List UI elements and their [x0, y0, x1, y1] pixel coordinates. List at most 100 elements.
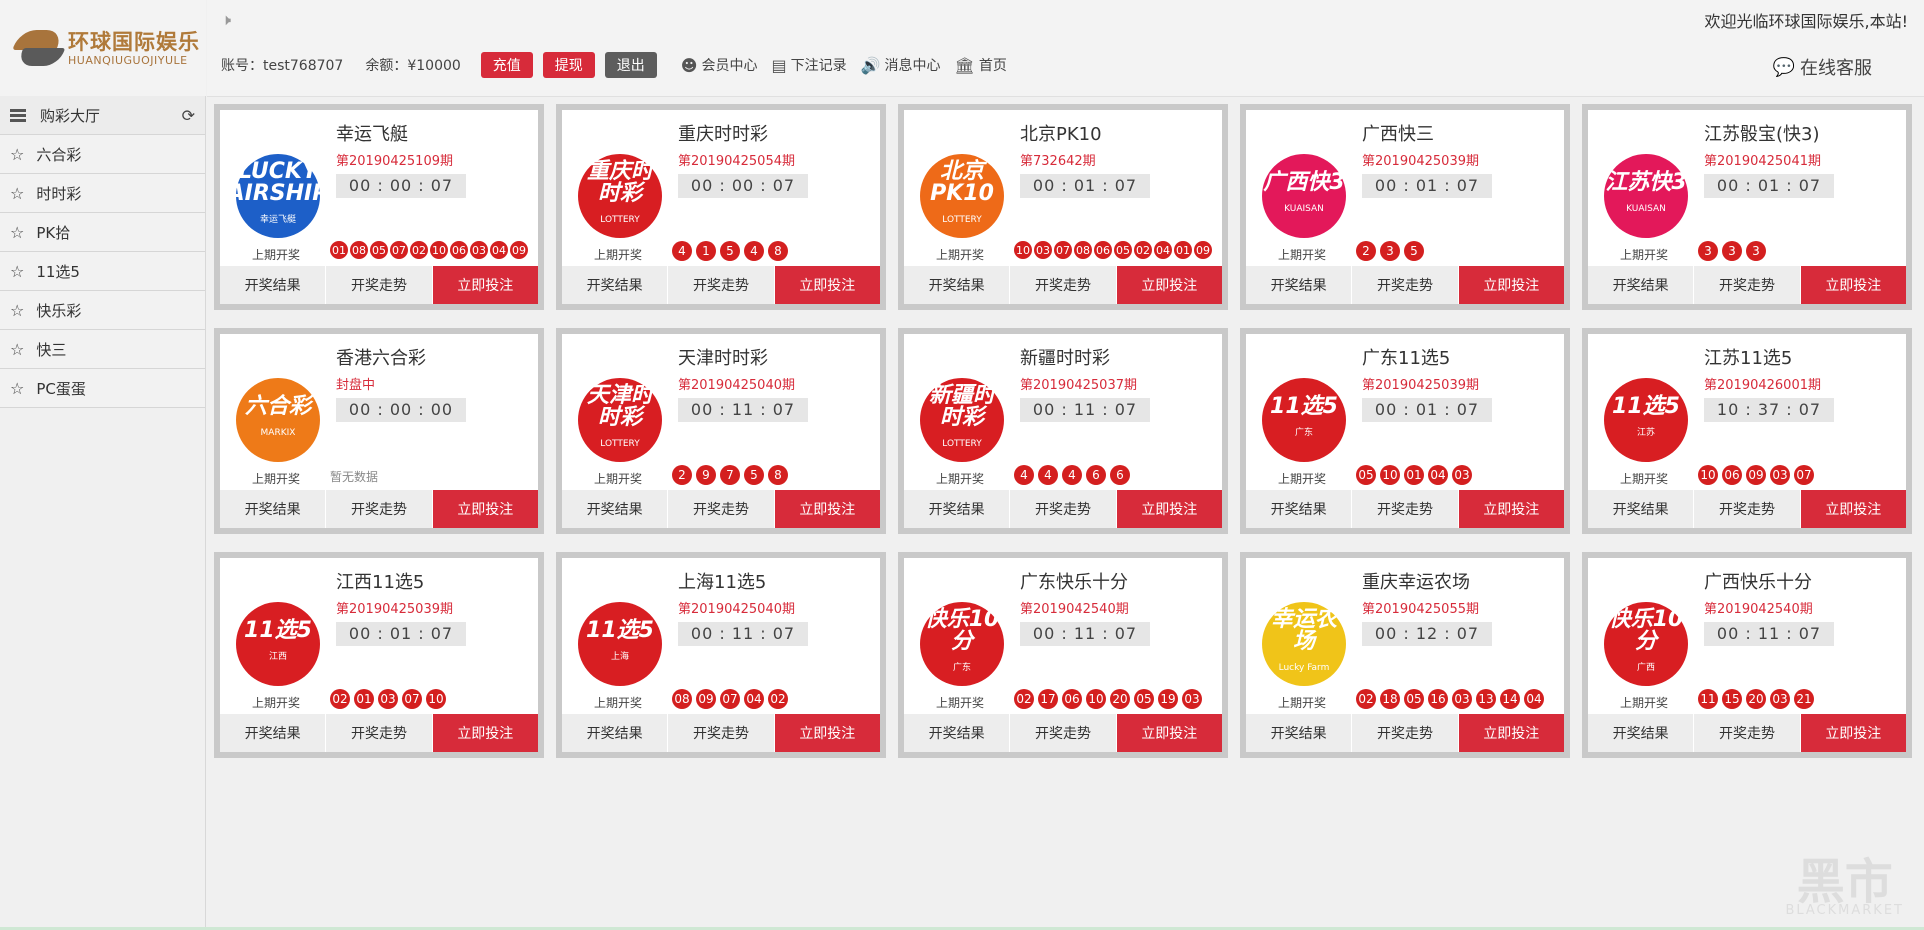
sidebar-header[interactable]: 购彩大厅 ⟳ — [0, 96, 205, 135]
sidebar-item[interactable]: ☆ 六合彩 — [0, 135, 205, 174]
bet-now-button[interactable]: 立即投注 — [1800, 266, 1906, 304]
trend-button[interactable]: 开奖走势 — [1010, 490, 1117, 528]
results-button[interactable]: 开奖结果 — [904, 490, 1011, 528]
lottery-logo-subtext: LOTTERY — [600, 215, 640, 225]
results-button[interactable]: 开奖结果 — [1588, 266, 1695, 304]
trend-button[interactable]: 开奖走势 — [1694, 490, 1801, 528]
lottery-logo[interactable]: 幸运农场 Lucky Farm — [1262, 602, 1346, 686]
bet-now-button[interactable]: 立即投注 — [1458, 266, 1564, 304]
lottery-logo[interactable]: 快乐10分 广西 — [1604, 602, 1688, 686]
bet-now-button[interactable]: 立即投注 — [774, 266, 880, 304]
sidebar-item[interactable]: ☆ 时时彩 — [0, 174, 205, 213]
brand-logo[interactable]: 环球国际娱乐 HUANQIUGUOJIYULE — [0, 0, 206, 96]
lottery-logo[interactable]: 11选5 上海 — [578, 602, 662, 686]
bet-now-button[interactable]: 立即投注 — [774, 490, 880, 528]
trend-button[interactable]: 开奖走势 — [668, 714, 775, 752]
lottery-card: 北京PK10 LOTTERY 北京PK10 第732642期 00 : 01 : 07 上… — [898, 104, 1228, 310]
lottery-logo[interactable]: 北京PK10 LOTTERY — [920, 154, 1004, 238]
lottery-logo[interactable]: 11选5 江西 — [236, 602, 320, 686]
trend-button[interactable]: 开奖走势 — [1010, 266, 1117, 304]
messages-link[interactable]: 🔊 消息中心 — [861, 55, 941, 75]
lottery-logo[interactable]: 11选5 广东 — [1262, 378, 1346, 462]
lottery-logo[interactable]: 11选5 江苏 — [1604, 378, 1688, 462]
trend-button[interactable]: 开奖走势 — [1694, 266, 1801, 304]
lottery-logo[interactable]: LUCKY AIRSHIP 幸运飞艇 — [228, 154, 328, 238]
home-link[interactable]: 🏛 首页 — [955, 55, 1007, 75]
draw-ball: 10 — [1698, 465, 1718, 485]
sidebar-list: ☆ 六合彩 ☆ 时时彩 ☆ PK拾 ☆ 11选5 ☆ 快乐彩 ☆ 快三 ☆ PC蛋蛋 — [0, 135, 205, 408]
trend-button[interactable]: 开奖走势 — [1694, 714, 1801, 752]
sidebar-item[interactable]: ☆ PC蛋蛋 — [0, 369, 205, 408]
lottery-logo[interactable]: 新疆时时彩 LOTTERY — [920, 378, 1004, 462]
lottery-logo-subtext: MARKIX — [260, 428, 296, 438]
last-draw-label: 上期开奖 — [1620, 696, 1669, 710]
bet-now-button[interactable]: 立即投注 — [432, 714, 538, 752]
trend-button[interactable]: 开奖走势 — [1352, 266, 1459, 304]
sidebar-item[interactable]: ☆ 11选5 — [0, 252, 205, 291]
star-icon: ☆ — [10, 261, 25, 281]
trend-button[interactable]: 开奖走势 — [326, 490, 433, 528]
logout-button[interactable]: 退出 — [604, 52, 657, 78]
bet-now-button[interactable]: 立即投注 — [1116, 714, 1222, 752]
last-draw-label: 上期开奖 — [936, 248, 985, 262]
results-button[interactable]: 开奖结果 — [1588, 714, 1695, 752]
member-center-link[interactable]: ☻ 会员中心 — [681, 55, 758, 75]
bet-now-button[interactable]: 立即投注 — [1116, 266, 1222, 304]
trend-button[interactable]: 开奖走势 — [1010, 714, 1117, 752]
lottery-logo-text: 快乐10分 — [924, 607, 1000, 654]
bet-now-button[interactable]: 立即投注 — [1458, 714, 1564, 752]
draw-ball: 06 — [1094, 241, 1112, 259]
user-icon: ☻ — [680, 55, 698, 75]
sidebar-item[interactable]: ☆ 快三 — [0, 330, 205, 369]
sidebar-item[interactable]: ☆ 快乐彩 — [0, 291, 205, 330]
lottery-logo-text: 六合彩 — [244, 394, 311, 419]
results-button[interactable]: 开奖结果 — [1246, 714, 1353, 752]
draw-ball: 07 — [1794, 465, 1814, 485]
bet-now-button[interactable]: 立即投注 — [432, 266, 538, 304]
recharge-button[interactable]: 充值 — [480, 52, 533, 78]
sidebar-item[interactable]: ☆ PK拾 — [0, 213, 205, 252]
results-button[interactable]: 开奖结果 — [904, 714, 1011, 752]
results-button[interactable]: 开奖结果 — [220, 266, 327, 304]
bet-now-button[interactable]: 立即投注 — [1800, 714, 1906, 752]
trend-button[interactable]: 开奖走势 — [1352, 714, 1459, 752]
lottery-logo[interactable]: 快乐10分 广东 — [920, 602, 1004, 686]
results-button[interactable]: 开奖结果 — [562, 490, 669, 528]
withdraw-button[interactable]: 提现 — [542, 52, 595, 78]
draw-ball: 10 — [430, 241, 448, 259]
speaker-icon[interactable]: 🕨 — [221, 10, 231, 30]
results-button[interactable]: 开奖结果 — [1246, 266, 1353, 304]
results-button[interactable]: 开奖结果 — [1588, 490, 1695, 528]
bet-now-button[interactable]: 立即投注 — [1800, 490, 1906, 528]
results-button[interactable]: 开奖结果 — [1246, 490, 1353, 528]
lottery-logo[interactable]: 六合彩 MARKIX — [236, 378, 320, 462]
lottery-card: 江苏快3 KUAISAN 江苏骰宝(快3) 第20190425041期 00 : 01 … — [1582, 104, 1912, 310]
bet-now-button[interactable]: 立即投注 — [432, 490, 538, 528]
bet-now-button[interactable]: 立即投注 — [1458, 490, 1564, 528]
bet-now-button[interactable]: 立即投注 — [1116, 490, 1222, 528]
trend-button[interactable]: 开奖走势 — [326, 714, 433, 752]
lottery-logo[interactable]: 天津时时彩 LOTTERY — [578, 378, 662, 462]
trend-button[interactable]: 开奖走势 — [1352, 490, 1459, 528]
lottery-logo[interactable]: 重庆时时彩 LOTTERY — [578, 154, 662, 238]
draw-ball: 02 — [768, 689, 788, 709]
bet-records-link[interactable]: ▤ 下注记录 — [771, 55, 846, 75]
trend-button[interactable]: 开奖走势 — [326, 266, 433, 304]
lottery-card-body: 广西快3 KUAISAN 广西快三 第20190425039期 00 : 01 : 07… — [1246, 110, 1564, 304]
lottery-period: 第20190425039期 — [1362, 378, 1479, 393]
results-button[interactable]: 开奖结果 — [220, 714, 327, 752]
lottery-logo-text: 江苏快3 — [1605, 170, 1687, 195]
lottery-logo-subtext: Lucky Farm — [1278, 663, 1330, 673]
trend-button[interactable]: 开奖走势 — [668, 490, 775, 528]
trend-button[interactable]: 开奖走势 — [668, 266, 775, 304]
results-button[interactable]: 开奖结果 — [904, 266, 1011, 304]
results-button[interactable]: 开奖结果 — [562, 714, 669, 752]
last-draw-label: 上期开奖 — [1278, 472, 1327, 486]
refresh-icon[interactable]: ⟳ — [182, 106, 195, 125]
bet-now-button[interactable]: 立即投注 — [774, 714, 880, 752]
results-button[interactable]: 开奖结果 — [562, 266, 669, 304]
results-button[interactable]: 开奖结果 — [220, 490, 327, 528]
online-service-link[interactable]: 💬 在线客服 — [1773, 54, 1872, 80]
lottery-logo[interactable]: 江苏快3 KUAISAN — [1604, 154, 1688, 238]
lottery-logo[interactable]: 广西快3 KUAISAN — [1262, 154, 1346, 238]
